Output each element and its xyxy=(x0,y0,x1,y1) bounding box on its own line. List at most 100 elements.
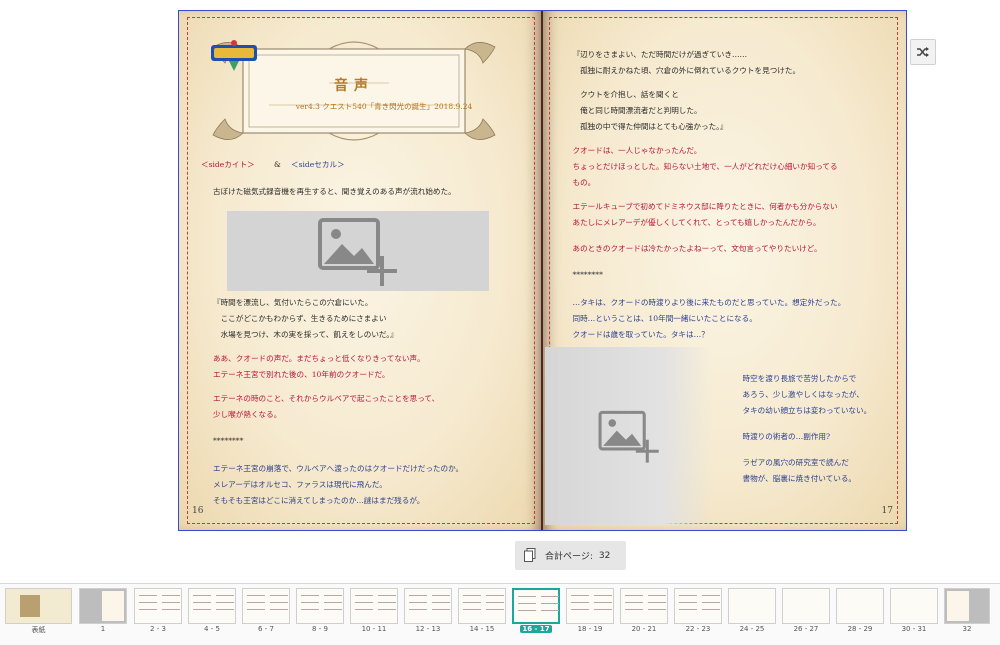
thumbnail-label: 12 - 13 xyxy=(415,625,441,633)
thumbnail-text-line xyxy=(679,602,697,603)
thumbnail-text-line xyxy=(216,595,234,596)
thumbnail-label: 1 xyxy=(100,625,106,633)
thumbnail-label: 28 - 29 xyxy=(847,625,873,633)
thumbnail-text-line xyxy=(679,595,697,596)
side-text-line: タキの幼い顔立ちは変わっていない。 xyxy=(742,406,872,415)
thumbnail[interactable] xyxy=(944,588,990,624)
page-count-badge: 合計ページ: 32 xyxy=(515,541,626,570)
thumbnail[interactable] xyxy=(620,588,668,624)
thumbnail-text-line xyxy=(216,602,234,603)
thumbnail[interactable] xyxy=(512,588,560,624)
side-text-line: 時空を渡り長旅で苦労したからで xyxy=(742,374,857,383)
narration-line: ああ、クオードの声だ。まだちょっと低くなりきってない声。 xyxy=(213,354,425,363)
thumbnail-text-line xyxy=(193,595,211,596)
thumbnail[interactable] xyxy=(188,588,236,624)
thumbnail-text-line xyxy=(463,602,481,603)
thumbnail-text-line xyxy=(162,595,180,596)
narration-line: エテーネの時のこと、それからウルベアで起こったことを思って、 xyxy=(213,394,440,403)
thumbnail-text-line xyxy=(193,609,211,610)
narration-line: クオードは、一人じゃなかったんだ。 xyxy=(572,146,702,155)
thumbnail-text-line xyxy=(378,609,396,610)
thumbnail-text-line xyxy=(541,603,559,604)
thumbnail[interactable] xyxy=(836,588,884,624)
flipbook-viewer: 音声 ver4.3 クエスト540「青き閃光の誕生」2018.9.24 ＜sid… xyxy=(0,0,1000,645)
thumbnail[interactable] xyxy=(458,588,506,624)
thumbnail-text-line xyxy=(625,595,643,596)
thumbnail-text-line xyxy=(702,602,720,603)
thumbnail-label: 8 - 9 xyxy=(312,625,328,633)
thumbnail[interactable] xyxy=(242,588,290,624)
thumbnail[interactable] xyxy=(296,588,344,624)
separator: ******** xyxy=(572,270,603,279)
thumbnail-text-line xyxy=(432,595,450,596)
thumbnail-label: 6 - 7 xyxy=(258,625,274,633)
narration-line: メレアーデはオルセコ、ファラスは現代に飛んだ。 xyxy=(213,480,387,489)
side-label-right: ＜sideセカル＞ xyxy=(291,160,345,169)
thumbnail-text-line xyxy=(409,609,427,610)
thumbnail-label: 10 - 11 xyxy=(361,625,387,633)
thumbnail[interactable] xyxy=(79,588,127,624)
thumbnail-text-line xyxy=(594,595,612,596)
quote-line: 孤独の中で得た仲間はとても心強かった。』 xyxy=(572,122,728,131)
thumbnail-text-line xyxy=(679,609,697,610)
thumbnail-text-line xyxy=(355,609,373,610)
thumbnail-label: 表紙 xyxy=(31,626,46,634)
thumbnail[interactable] xyxy=(728,588,776,624)
game-logo-icon xyxy=(211,40,257,71)
thumbnail-text-line xyxy=(139,595,157,596)
page-subtitle: ver4.3 クエスト540「青き閃光の誕生」2018.9.24 xyxy=(295,102,473,111)
page-count-value: 32 xyxy=(598,550,611,561)
thumbnail-text-line xyxy=(486,595,504,596)
thumbnail[interactable] xyxy=(5,588,72,624)
thumbnail-text-line xyxy=(216,609,234,610)
thumbnail-text-line xyxy=(463,595,481,596)
thumbnail-label: 18 - 19 xyxy=(577,625,603,633)
thumbnail-text-line xyxy=(432,602,450,603)
thumbnail-text-line xyxy=(193,602,211,603)
thumbnail-text-line xyxy=(648,602,666,603)
thumbnail[interactable] xyxy=(674,588,722,624)
thumbnail-text-line xyxy=(162,602,180,603)
left-page[interactable]: 音声 ver4.3 クエスト540「青き閃光の誕生」2018.9.24 ＜sid… xyxy=(179,11,543,530)
thumbnail[interactable] xyxy=(134,588,182,624)
thumbnail[interactable] xyxy=(404,588,452,624)
thumbnail-text-line xyxy=(571,602,589,603)
thumbnail-text-line xyxy=(486,609,504,610)
thumbnail[interactable] xyxy=(890,588,938,624)
cover-thumbnail-image xyxy=(20,595,40,617)
thumbnail-text-line xyxy=(648,609,666,610)
narration-line: クオードは歳を取っていた。タキは…？ xyxy=(572,330,709,339)
thumbnail-text-line xyxy=(594,602,612,603)
shuffle-button[interactable] xyxy=(910,39,936,65)
thumbnail-text-line xyxy=(139,609,157,610)
thumbnail-text-line xyxy=(432,609,450,610)
thumbnail-text-line xyxy=(648,595,666,596)
thumbnail-text-line xyxy=(625,609,643,610)
separator: ******** xyxy=(213,436,244,445)
thumbnail-page xyxy=(947,591,969,621)
right-page[interactable]: 『辺りをさまよい、ただ時間だけが過ぎていき…… 孤独に耐えかねた頃、穴倉の外に倒… xyxy=(542,11,906,530)
quote-line: ここがどこかもわからず、生きるためにさまよい xyxy=(213,314,387,323)
thumbnail-text-line xyxy=(162,609,180,610)
narration-line: あのときのクオードは冷たかったよねーって、文句言ってやりたいけど。 xyxy=(572,244,822,253)
thumbnail-text-line xyxy=(247,602,265,603)
thumbnail-label: 30 - 31 xyxy=(901,625,927,633)
image-placeholder xyxy=(227,211,489,291)
pages-icon xyxy=(524,548,536,562)
thumbnail-label: 24 - 25 xyxy=(739,625,765,633)
side-text-line: ラゼアの風穴の研究室で読んだ xyxy=(742,458,849,467)
thumbnail[interactable] xyxy=(350,588,398,624)
side-text-line: 書物が、脳裏に焼き付いている。 xyxy=(742,474,857,483)
thumbnail-text-line xyxy=(518,610,536,611)
narration-line: ちょっとだけほっとした。知らない土地で、一人がどれだけ心細いか知ってる xyxy=(572,162,838,171)
thumbnail-text-line xyxy=(355,602,373,603)
thumbnail-text-line xyxy=(702,609,720,610)
thumbnail-text-line xyxy=(518,596,536,597)
thumbnail-text-line xyxy=(486,602,504,603)
thumbnail[interactable] xyxy=(566,588,614,624)
narration-line: あたしにメレアーデが優しくしてくれて、とっても嬉しかったんだから。 xyxy=(572,218,821,227)
narration-line: エテーネ王宮で別れた後の、10年前のクオードだ。 xyxy=(213,370,390,379)
thumbnail[interactable] xyxy=(782,588,830,624)
thumbnail-label: 16 - 17 xyxy=(520,625,552,633)
thumbnail-text-line xyxy=(270,602,288,603)
